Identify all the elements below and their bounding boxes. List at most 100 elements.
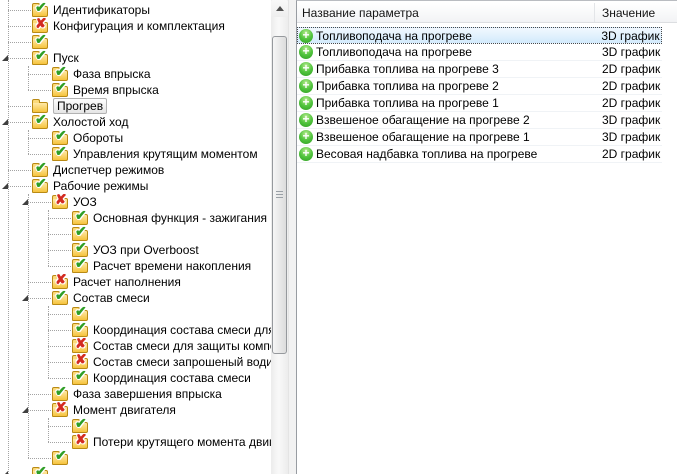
- plus-icon: +: [299, 79, 313, 93]
- plus-glyph: +: [299, 45, 313, 58]
- panel-splitter[interactable]: [288, 0, 296, 474]
- tree-item[interactable]: ✔Идентификаторы: [0, 2, 272, 18]
- table-row[interactable]: +Прибавка топлива на прогреве 22D график: [297, 78, 662, 95]
- tree-item[interactable]: ✘ Момент двигателя: [0, 402, 272, 418]
- folder-check-icon: ✔: [52, 83, 69, 97]
- tree-item[interactable]: ✘Состав смеси для защиты компонен: [0, 338, 272, 354]
- tree-item[interactable]: ✔Фаза завершения впрыска: [0, 386, 272, 402]
- tree-item-label: Холостой ход: [53, 115, 128, 129]
- column-header-value[interactable]: Значение: [595, 3, 677, 22]
- folder-shape: [32, 102, 48, 113]
- folder-check-icon: ✔: [72, 307, 89, 321]
- tree-item[interactable]: ✘Состав смеси запрошеный водителе: [0, 354, 272, 370]
- tree-item[interactable]: ✔Холостой ход: [0, 114, 272, 130]
- tree-connector-icon: [8, 170, 31, 171]
- tree-item[interactable]: ✔: [0, 34, 272, 50]
- table-row[interactable]: +Взвешеное обагащение на прогреве 23D гр…: [297, 112, 662, 129]
- folder-check-icon: ✔: [72, 243, 89, 257]
- tree-item[interactable]: ✔Управления крутящим моментом: [0, 146, 272, 162]
- folder-cross-icon: ✘: [52, 195, 69, 209]
- tree-item[interactable]: ✔: [0, 226, 272, 242]
- tree-item[interactable]: ✔Рабочие режимы: [0, 178, 272, 194]
- tree-item[interactable]: ✔Фаза впрыска: [0, 66, 272, 82]
- folder-cross-icon: ✘: [72, 355, 89, 369]
- table-row[interactable]: +Весовая надбавка топлива на прогреве2D …: [297, 146, 662, 163]
- tree-item-label: Пуск: [53, 51, 79, 65]
- tree-item[interactable]: ✘Потери крутящего момента двигат: [0, 434, 272, 450]
- tree-item[interactable]: ✔: [0, 450, 272, 466]
- table-row[interactable]: +Взвешеное обагащение на прогреве 13D гр…: [297, 129, 662, 146]
- tree-connector-icon: [28, 458, 51, 459]
- folder-check-icon: ✔: [52, 387, 69, 401]
- tree-item[interactable]: ✘Расчет наполнения: [0, 274, 272, 290]
- expand-arrow-icon[interactable]: [2, 55, 8, 61]
- tree-item[interactable]: ✔Расчет времени накопления: [0, 258, 272, 274]
- tree-item[interactable]: ✔Координация состава смеси для по: [0, 322, 272, 338]
- check-icon: ✔: [55, 450, 67, 462]
- param-name: Взвешеное обагащение на прогреве 1: [316, 130, 530, 144]
- table-row[interactable]: +Прибавка топлива на прогреве 12D график: [297, 95, 662, 112]
- tree-item[interactable]: ✔: [0, 418, 272, 434]
- tree-item[interactable]: ✔Основная функция - зажигания: [0, 210, 272, 226]
- expand-arrow-icon[interactable]: [22, 407, 28, 413]
- table-row[interactable]: +Топливоподача на прогреве3D график: [297, 44, 662, 61]
- tree-connector-icon: [48, 218, 71, 219]
- tree-item[interactable]: ✔Диспетчер режимов: [0, 162, 272, 178]
- tree-item[interactable]: ✔: [0, 306, 272, 322]
- tree-item[interactable]: Прогрев: [0, 98, 272, 114]
- tree-item[interactable]: ✔Координация состава смеси: [0, 370, 272, 386]
- tree-rows: ✔Идентификаторы✘Конфигурация и комплекта…: [0, 0, 272, 474]
- tree-connector-icon: [28, 154, 51, 155]
- param-value-cell: 3D график: [594, 29, 661, 43]
- tree-connector-icon: [8, 186, 31, 187]
- tree-connector-icon: [48, 330, 71, 331]
- tree-connector-icon: [8, 122, 31, 123]
- param-name: Топливоподача на прогреве: [316, 29, 472, 43]
- calibration-window: ✔Идентификаторы✘Конфигурация и комплекта…: [0, 0, 677, 474]
- param-value-cell: 2D график: [595, 96, 662, 110]
- tree-connector-icon: [8, 106, 31, 107]
- folder-check-icon: ✔: [72, 323, 89, 337]
- plus-glyph: +: [299, 113, 313, 126]
- check-icon: ✔: [55, 130, 67, 142]
- folder-check-icon: ✔: [32, 51, 49, 65]
- tree-item[interactable]: ✔Обороты: [0, 130, 272, 146]
- tree-connector-icon: [48, 362, 71, 363]
- tree-item-label: Потери крутящего момента двигат: [93, 435, 272, 449]
- tree-item[interactable]: ✔Время впрыска: [0, 82, 272, 98]
- column-header-name[interactable]: Название параметра: [297, 3, 595, 22]
- tree-item-label: Момент двигателя: [73, 403, 176, 417]
- parameter-list-panel: Название параметра Значение +Топливопода…: [296, 0, 677, 474]
- check-icon: ✔: [55, 66, 67, 78]
- param-name: Прибавка топлива на прогреве 3: [316, 62, 499, 76]
- tree-item[interactable]: ✔: [0, 466, 272, 474]
- folder-check-icon: ✔: [72, 259, 89, 273]
- table-row[interactable]: +Топливоподача на прогреве3D график: [297, 27, 662, 44]
- check-icon: ✔: [75, 258, 87, 270]
- scrollbar-thumb[interactable]: [272, 36, 287, 354]
- expand-arrow-icon[interactable]: [2, 119, 8, 125]
- folder-cross-icon: ✘: [32, 19, 49, 33]
- tree-item-label: Идентификаторы: [53, 3, 150, 17]
- table-row[interactable]: +Прибавка топлива на прогреве 32D график: [297, 61, 662, 78]
- tree-scrollbar[interactable]: [271, 0, 288, 474]
- folder-cross-icon: ✘: [52, 403, 69, 417]
- plus-glyph: +: [299, 147, 313, 160]
- tree-connector-icon: [48, 442, 71, 443]
- tree-item[interactable]: ✔ Пуск: [0, 50, 272, 66]
- tree-item[interactable]: ✘УОЗ: [0, 194, 272, 210]
- param-name-cell: +Прибавка топлива на прогреве 3: [297, 62, 595, 76]
- plus-icon: +: [299, 147, 313, 161]
- tree-item[interactable]: ✔Состав смеси: [0, 290, 272, 306]
- scrollbar-up-button[interactable]: [271, 0, 288, 17]
- plus-glyph: +: [299, 96, 313, 109]
- param-name-cell: +Взвешеное обагащение на прогреве 1: [297, 130, 595, 144]
- plus-glyph: +: [299, 79, 313, 92]
- expand-arrow-icon[interactable]: [22, 295, 28, 301]
- plus-icon: +: [299, 96, 313, 110]
- expand-arrow-icon[interactable]: [2, 183, 8, 189]
- plus-icon: +: [299, 113, 313, 127]
- tree-item[interactable]: ✘Конфигурация и комплектация: [0, 18, 272, 34]
- tree-item[interactable]: ✔УОЗ при Overboost: [0, 242, 272, 258]
- expand-arrow-icon[interactable]: [22, 199, 28, 205]
